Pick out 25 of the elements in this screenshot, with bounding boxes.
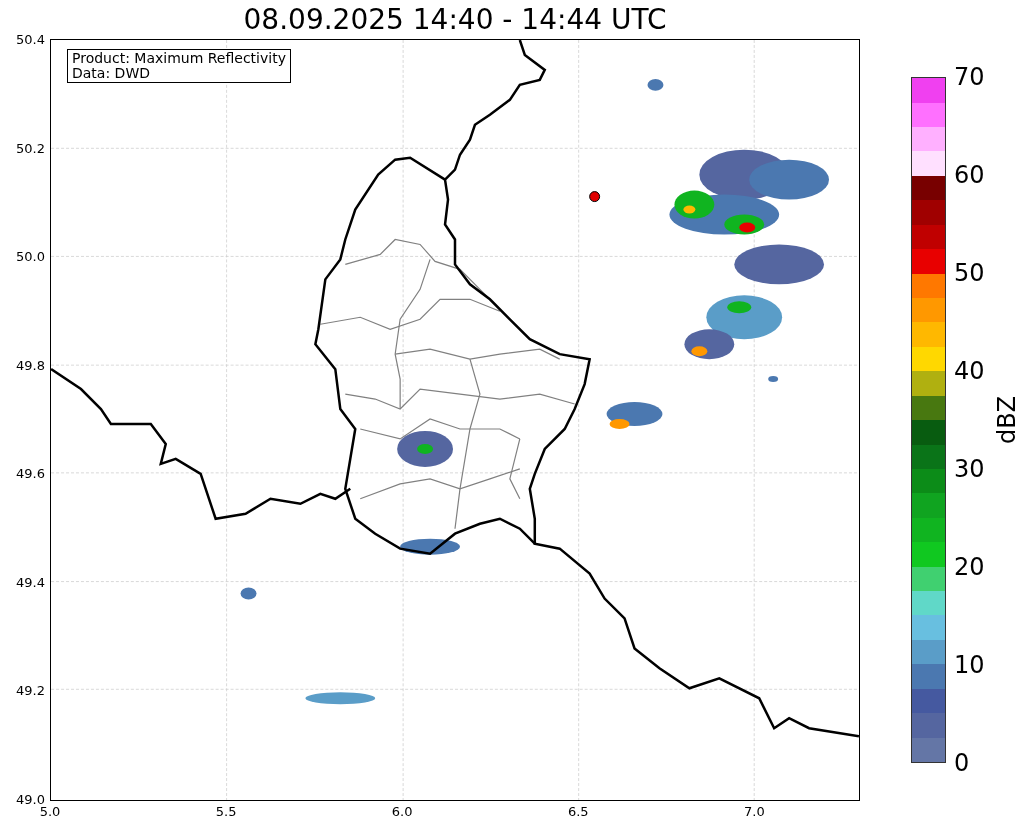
colorbar-tick-label: 60 bbox=[954, 162, 985, 188]
y-tick-label: 50.4 bbox=[16, 32, 45, 48]
x-tick-label: 5.0 bbox=[39, 804, 61, 820]
colorbar-label: dBZ bbox=[994, 395, 1020, 445]
x-tick-label: 5.5 bbox=[215, 804, 237, 820]
annotation-text: Data: DWD bbox=[72, 66, 151, 81]
y-tick-label: 49.2 bbox=[16, 683, 45, 700]
colorbar-tick-label: 10 bbox=[954, 652, 985, 678]
colorbar-tick-label: 0 bbox=[954, 750, 970, 776]
colorbar-tick-label: 50 bbox=[954, 260, 985, 286]
x-tick-label: 6.5 bbox=[567, 804, 589, 820]
y-tick-label: 49.8 bbox=[16, 357, 45, 374]
chart-title: 08.09.2025 14:40 - 14:44 UTC bbox=[243, 2, 667, 38]
colorbar-tick-label: 40 bbox=[954, 358, 985, 384]
y-tick-label: 50.0 bbox=[16, 249, 45, 266]
colorbar-tick-label: 20 bbox=[954, 554, 985, 580]
annotation-text: Product: Maximum Reflectivity bbox=[72, 51, 286, 66]
x-tick-label: 6.0 bbox=[391, 804, 413, 820]
y-tick-label: 49.6 bbox=[16, 466, 45, 483]
y-tick-label: 49.0 bbox=[16, 792, 45, 807]
colorbar-tick-label: 30 bbox=[954, 456, 985, 482]
colorbar-tick-label: 70 bbox=[954, 64, 985, 90]
x-tick-label: 7.0 bbox=[744, 804, 765, 820]
y-tick-label: 50.2 bbox=[16, 140, 45, 157]
y-tick-label: 49.4 bbox=[16, 574, 45, 591]
